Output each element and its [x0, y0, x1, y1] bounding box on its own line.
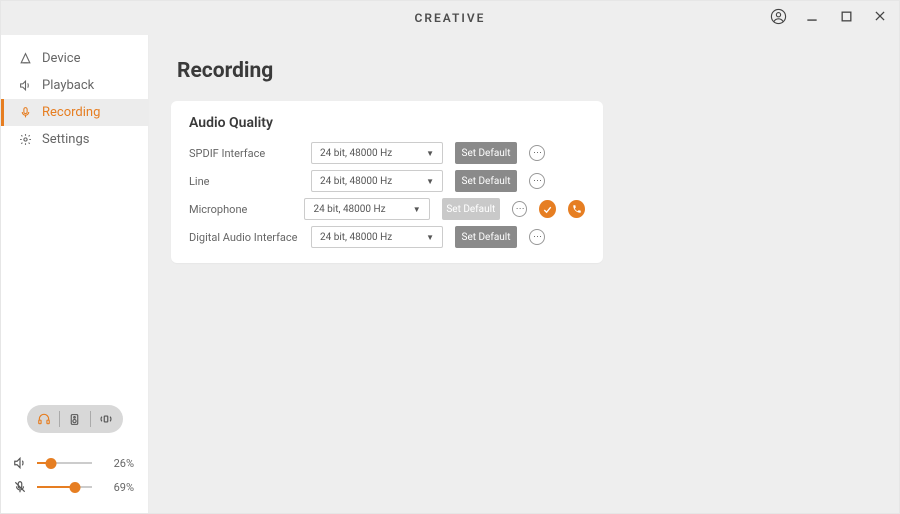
bitrate-select[interactable]: 24 bit, 48000 Hz ▼: [311, 226, 443, 248]
main-panel: Recording Audio Quality SPDIF Interface …: [149, 35, 899, 513]
volume-icon: [13, 456, 29, 470]
audio-quality-card: Audio Quality SPDIF Interface 24 bit, 48…: [171, 101, 603, 263]
device-icon: [18, 52, 32, 66]
page-title: Recording: [177, 59, 877, 83]
more-options-button[interactable]: ⋯: [529, 173, 545, 189]
chevron-down-icon: ▼: [426, 177, 434, 186]
sidebar-item-label: Recording: [42, 105, 100, 120]
minimize-icon[interactable]: [803, 7, 821, 25]
select-value: 24 bit, 48000 Hz: [320, 176, 392, 187]
sidebar-item-label: Playback: [42, 78, 94, 93]
bitrate-select[interactable]: 24 bit, 48000 Hz ▼: [311, 170, 443, 192]
sidebar-item-settings[interactable]: Settings: [1, 126, 148, 153]
audio-quality-row: SPDIF Interface 24 bit, 48000 Hz ▼ Set D…: [189, 139, 585, 167]
brand-logo: CREATIVE: [415, 11, 486, 25]
chevron-down-icon: ▼: [413, 205, 421, 214]
sidebar-item-playback[interactable]: Playback: [1, 72, 148, 99]
select-value: 24 bit, 48000 Hz: [313, 204, 385, 215]
select-value: 24 bit, 48000 Hz: [320, 148, 392, 159]
audio-quality-row: Microphone 24 bit, 48000 Hz ▼ Set Defaul…: [189, 195, 585, 223]
toggle-surround[interactable]: [95, 408, 117, 430]
bitrate-select[interactable]: 24 bit, 48000 Hz ▼: [304, 198, 429, 220]
mic-volume-row: 69%: [13, 475, 134, 499]
set-default-button[interactable]: Set Default: [455, 142, 517, 164]
device-label: Microphone: [189, 203, 292, 216]
titlebar: CREATIVE: [1, 1, 899, 35]
card-title: Audio Quality: [189, 115, 585, 131]
sidebar-item-label: Settings: [42, 132, 89, 147]
mic-volume-value: 69%: [100, 481, 134, 494]
set-default-button[interactable]: Set Default: [455, 226, 517, 248]
maximize-icon[interactable]: [837, 7, 855, 25]
audio-quality-row: Digital Audio Interface 24 bit, 48000 Hz…: [189, 223, 585, 251]
gear-icon: [18, 133, 32, 147]
check-badge-icon: [539, 200, 556, 218]
set-default-button[interactable]: Set Default: [455, 170, 517, 192]
sidebar-item-label: Device: [42, 51, 81, 66]
close-icon[interactable]: [871, 7, 889, 25]
toggle-speakers[interactable]: [64, 408, 86, 430]
chevron-down-icon: ▼: [426, 149, 434, 158]
bitrate-select[interactable]: 24 bit, 48000 Hz ▼: [311, 142, 443, 164]
output-volume-value: 26%: [100, 457, 134, 470]
mic-muted-icon: [13, 480, 29, 494]
device-label: Digital Audio Interface: [189, 231, 299, 244]
device-label: Line: [189, 175, 299, 188]
set-default-button[interactable]: Set Default: [442, 198, 500, 220]
account-icon[interactable]: [769, 7, 787, 25]
output-volume-slider[interactable]: [37, 462, 92, 464]
more-options-button[interactable]: ⋯: [529, 229, 545, 245]
sidebar-item-device[interactable]: Device: [1, 45, 148, 72]
sidebar: Device Playback Recording: [1, 35, 149, 513]
chevron-down-icon: ▼: [426, 233, 434, 242]
more-options-button[interactable]: ⋯: [512, 201, 527, 217]
microphone-icon: [18, 106, 32, 120]
select-value: 24 bit, 48000 Hz: [320, 232, 392, 243]
sidebar-item-recording[interactable]: Recording: [1, 99, 148, 126]
mic-volume-slider[interactable]: [37, 486, 92, 488]
device-toggle: [1, 405, 148, 433]
phone-badge-icon: [568, 200, 585, 218]
toggle-headphones[interactable]: [33, 408, 55, 430]
output-volume-row: 26%: [13, 451, 134, 475]
device-label: SPDIF Interface: [189, 147, 299, 160]
more-options-button[interactable]: ⋯: [529, 145, 545, 161]
speaker-icon: [18, 79, 32, 93]
audio-quality-row: Line 24 bit, 48000 Hz ▼ Set Default ⋯: [189, 167, 585, 195]
